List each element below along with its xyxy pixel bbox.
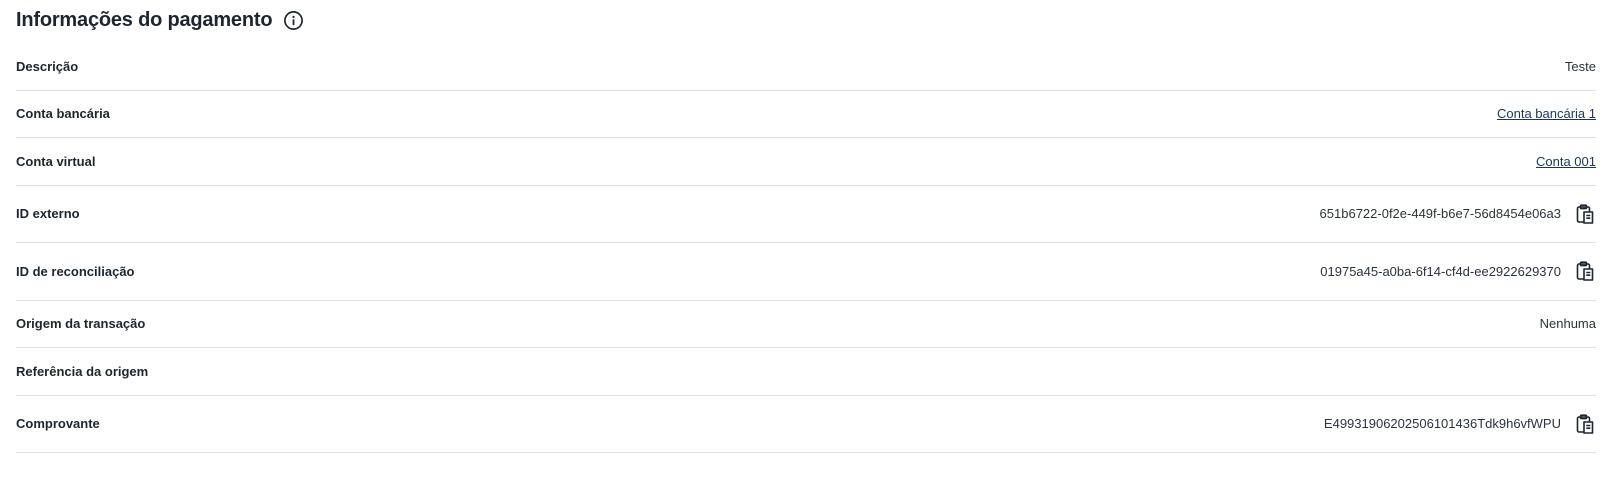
payment-info-list: Descrição Teste Conta bancária Conta ban… (16, 43, 1596, 453)
row-label: Descrição (16, 58, 79, 74)
row-referencia: Referência da origem (16, 348, 1596, 396)
row-conta-bancaria: Conta bancária Conta bancária 1 (16, 91, 1596, 138)
row-value: Conta bancária 1 (1497, 106, 1596, 121)
payment-info-panel: Informações do pagamento Descrição Teste… (16, 0, 1596, 453)
copy-icon[interactable] (1574, 203, 1596, 225)
row-label: Comprovante (16, 416, 100, 432)
row-value: 651b6722-0f2e-449f-b6e7-56d8454e06a3 (1320, 203, 1596, 225)
section-header: Informações do pagamento (16, 0, 1596, 40)
transaction-origin-value: Nenhuma (1539, 316, 1596, 332)
section-title: Informações do pagamento (16, 8, 273, 31)
row-label: Conta bancária (16, 106, 110, 122)
row-value: 01975a45-a0ba-6f14-cf4d-ee2922629370 (1320, 260, 1596, 282)
row-value: Nenhuma (1540, 316, 1596, 331)
info-circle-icon[interactable] (283, 10, 304, 31)
copy-icon[interactable] (1574, 260, 1596, 282)
row-descricao: Descrição Teste (16, 43, 1596, 91)
row-value: Conta 001 (1536, 154, 1596, 169)
row-label: Conta virtual (16, 153, 96, 169)
external-id-value: 651b6722-0f2e-449f-b6e7-56d8454e06a3 (1319, 206, 1561, 222)
reconciliation-id-value: 01975a45-a0ba-6f14-cf4d-ee2922629370 (1320, 263, 1561, 279)
row-label: ID externo (16, 206, 80, 222)
row-comprovante: Comprovante E49931906202506101436Tdk9h6v… (16, 396, 1596, 453)
row-origem: Origem da transação Nenhuma (16, 301, 1596, 348)
bank-account-link[interactable]: Conta bancária 1 (1497, 106, 1596, 121)
row-value: E49931906202506101436Tdk9h6vfWPU (1324, 413, 1596, 435)
copy-icon[interactable] (1574, 413, 1596, 435)
row-label: Referência da origem (16, 363, 149, 379)
row-id-externo: ID externo 651b6722-0f2e-449f-b6e7-56d84… (16, 186, 1596, 243)
receipt-value: E49931906202506101436Tdk9h6vfWPU (1323, 416, 1561, 432)
row-label: Origem da transação (16, 316, 146, 332)
row-value: Teste (1565, 59, 1596, 74)
row-id-reconciliacao: ID de reconciliação 01975a45-a0ba-6f14-c… (16, 243, 1596, 301)
virtual-account-link[interactable]: Conta 001 (1536, 154, 1596, 169)
row-conta-virtual: Conta virtual Conta 001 (16, 138, 1596, 186)
row-label: ID de reconciliação (16, 263, 135, 279)
description-value: Teste (1564, 58, 1596, 74)
